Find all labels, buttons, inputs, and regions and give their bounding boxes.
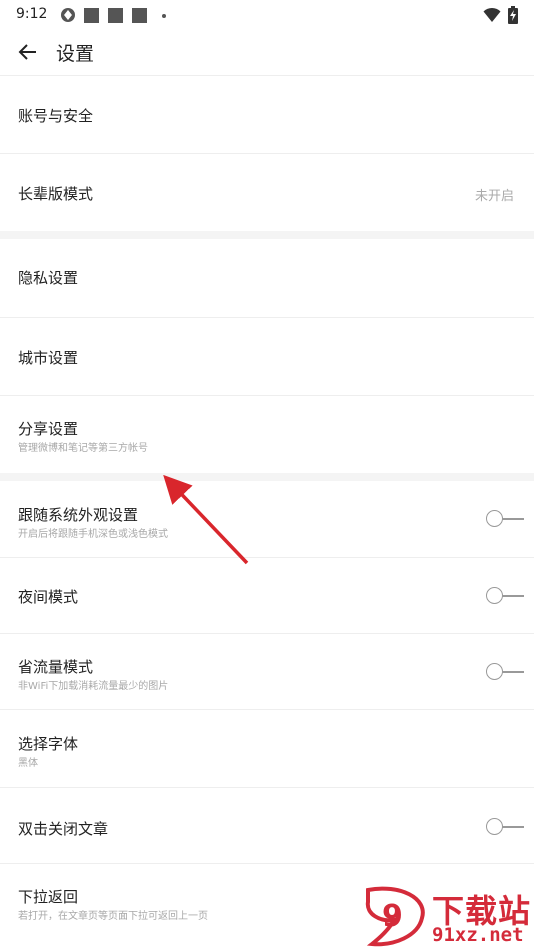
settings-item-title: 选择字体 xyxy=(18,735,79,753)
settings-item-title: 夜间模式 xyxy=(18,588,79,606)
elder-mode-status: 未开启 xyxy=(474,189,514,204)
watermark-logo-icon: 9 xyxy=(365,886,425,947)
toggle-track xyxy=(502,595,524,597)
settings-list: 账号与安全 长辈版模式 未开启 隐私设置 城市设置 分享设置 管理微博和笔记等第… xyxy=(0,75,534,939)
settings-item-title: 城市设置 xyxy=(18,349,79,367)
settings-item-title: 分享设置 xyxy=(18,420,79,438)
toggle-track xyxy=(502,518,524,520)
data-saver-toggle[interactable] xyxy=(486,662,526,682)
status-bar: 9:12 xyxy=(0,0,534,30)
watermark-url: 91xz.net xyxy=(432,924,524,946)
arrow-left-icon[interactable] xyxy=(16,40,40,64)
more-dot-icon xyxy=(162,14,166,18)
settings-item-subtitle: 非WiFi下加载消耗流量最少的图片 xyxy=(18,681,169,692)
battery-charging-icon xyxy=(508,6,518,24)
settings-item-title: 跟随系统外观设置 xyxy=(18,506,139,524)
settings-item-subtitle: 若打开，在文章页等页面下拉可返回上一页 xyxy=(18,911,208,922)
settings-item-subtitle: 黑体 xyxy=(18,758,38,769)
settings-item-font[interactable]: 选择字体 黑体 xyxy=(0,709,534,787)
toggle-knob xyxy=(486,818,503,835)
notification-square-icon xyxy=(84,8,99,23)
toggle-track xyxy=(502,826,524,828)
watermark-logo-text: 9 xyxy=(382,899,403,934)
toggle-knob xyxy=(486,663,503,680)
notification-square-icon xyxy=(132,8,147,23)
settings-item-elder-mode[interactable]: 长辈版模式 未开启 xyxy=(0,153,534,231)
double-tap-close-toggle[interactable] xyxy=(486,817,526,837)
settings-item-title: 下拉返回 xyxy=(18,888,79,906)
toggle-knob xyxy=(486,587,503,604)
status-time: 9:12 xyxy=(16,6,48,22)
settings-item-title: 隐私设置 xyxy=(18,269,79,287)
toggle-knob xyxy=(486,510,503,527)
night-mode-toggle[interactable] xyxy=(486,586,526,606)
page-title: 设置 xyxy=(56,43,95,65)
wifi-icon xyxy=(483,7,501,22)
settings-item-follow-system[interactable]: 跟随系统外观设置 开启后将跟随手机深色或浅色模式 xyxy=(0,481,534,557)
watermark: 9 下载站 91xz.net xyxy=(360,884,534,950)
section-divider xyxy=(0,473,534,481)
settings-item-data-saver[interactable]: 省流量模式 非WiFi下加载消耗流量最少的图片 xyxy=(0,633,534,709)
settings-item-account-security[interactable]: 账号与安全 xyxy=(0,75,534,153)
settings-item-title: 双击关闭文章 xyxy=(18,820,109,838)
settings-item-title: 账号与安全 xyxy=(18,107,94,125)
settings-item-share[interactable]: 分享设置 管理微博和笔记等第三方帐号 xyxy=(0,395,534,473)
sync-icon xyxy=(61,8,75,22)
notification-square-icon xyxy=(108,8,123,23)
settings-item-night-mode[interactable]: 夜间模式 xyxy=(0,557,534,633)
section-divider xyxy=(0,231,534,239)
settings-item-title: 长辈版模式 xyxy=(18,185,94,203)
toggle-track xyxy=(502,671,524,673)
app-bar: 设置 xyxy=(0,30,534,74)
settings-item-subtitle: 开启后将跟随手机深色或浅色模式 xyxy=(18,529,168,540)
settings-item-city[interactable]: 城市设置 xyxy=(0,317,534,395)
settings-item-subtitle: 管理微博和笔记等第三方帐号 xyxy=(18,443,148,454)
follow-system-toggle[interactable] xyxy=(486,509,526,529)
settings-item-double-tap-close[interactable]: 双击关闭文章 xyxy=(0,787,534,863)
settings-item-title: 省流量模式 xyxy=(18,658,94,676)
settings-item-privacy[interactable]: 隐私设置 xyxy=(0,239,534,317)
